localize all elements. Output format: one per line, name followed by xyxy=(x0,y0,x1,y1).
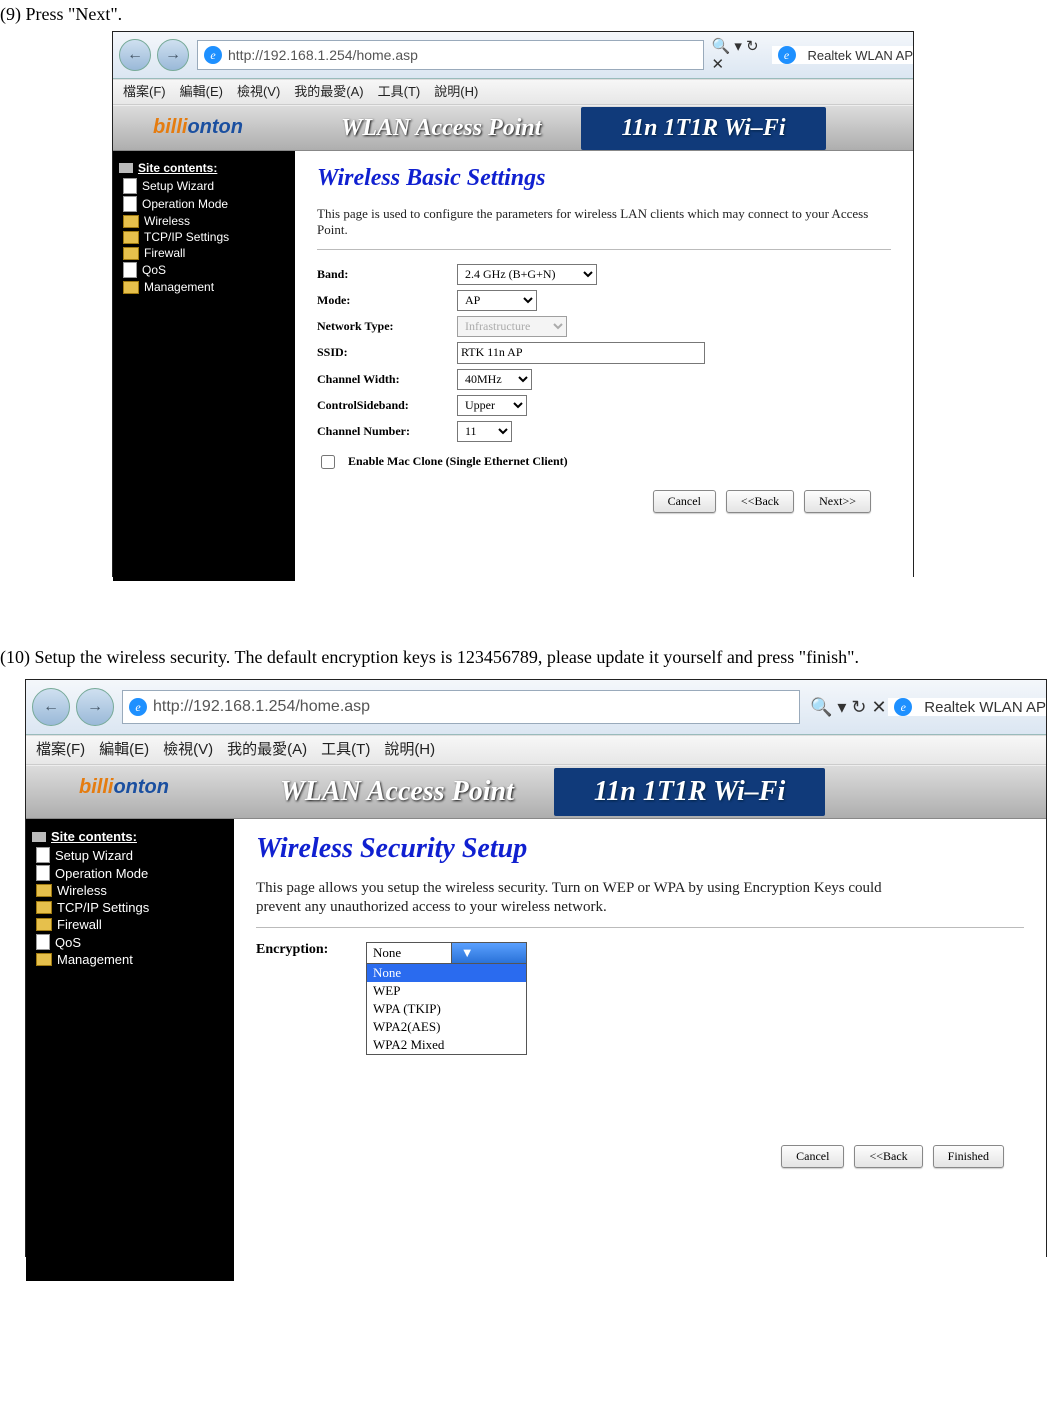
sidebar-item-qos[interactable]: QoS xyxy=(32,933,228,951)
sidebar: Site contents: Setup Wizard Operation Mo… xyxy=(113,151,295,581)
sidebar-item-tcpip[interactable]: TCP/IP Settings xyxy=(119,229,289,245)
sidebar-title: Site contents: xyxy=(32,829,228,844)
screenshot-1: ← → ehttp://192.168.1.254/home.asp 🔍 ▾ ↻… xyxy=(112,31,914,577)
sidebar-tree: Setup Wizard Operation Mode Wireless TCP… xyxy=(32,846,228,968)
mode-label: Mode: xyxy=(317,293,457,308)
url-input[interactable]: ehttp://192.168.1.254/home.asp xyxy=(122,690,800,724)
channel-width-label: Channel Width: xyxy=(317,372,457,387)
ie-icon: e xyxy=(204,46,222,64)
sidebar: Site contents: Setup Wizard Operation Mo… xyxy=(26,819,234,1281)
sidebar-item-management[interactable]: Management xyxy=(32,951,228,968)
url-input[interactable]: ehttp://192.168.1.254/home.asp xyxy=(197,40,704,70)
network-type-select: Infrastructure xyxy=(457,316,567,337)
browser-address-bar: ← → ehttp://192.168.1.254/home.asp 🔍 ▾ ↻… xyxy=(113,32,913,79)
back-button[interactable]: <<Back xyxy=(726,490,794,513)
brand-logo: billionton xyxy=(153,116,243,139)
channel-number-label: Channel Number: xyxy=(317,424,457,439)
control-sideband-label: ControlSideband: xyxy=(317,398,457,413)
page-banner: billionton WLAN Access Point 11n 1T1R Wi… xyxy=(113,105,913,151)
main-panel: Wireless Basic Settings This page is use… xyxy=(295,151,913,581)
main-panel: Wireless Security Setup This page allows… xyxy=(234,819,1046,1281)
page-title: Wireless Basic Settings xyxy=(317,165,891,192)
ie-icon: e xyxy=(129,698,147,716)
sidebar-item-firewall[interactable]: Firewall xyxy=(32,916,228,933)
cancel-button[interactable]: Cancel xyxy=(781,1145,844,1168)
page-banner: billionton WLAN Access Point 11n 1T1R Wi… xyxy=(26,765,1046,819)
browser-menu-bar[interactable]: 檔案(F)編輯(E)檢視(V)我的最愛(A)工具(T)說明(H) xyxy=(26,735,1046,765)
ie-icon: e xyxy=(778,46,796,64)
encryption-options-list[interactable]: None WEP WPA (TKIP) WPA2(AES) WPA2 Mixed xyxy=(367,964,526,1054)
encryption-option[interactable]: None xyxy=(367,964,526,982)
sidebar-item-qos[interactable]: QoS xyxy=(119,261,289,279)
sidebar-item-setup-wizard[interactable]: Setup Wizard xyxy=(119,177,289,195)
next-button[interactable]: Next>> xyxy=(804,490,871,513)
encryption-label: Encryption: xyxy=(256,942,366,958)
cancel-button[interactable]: Cancel xyxy=(653,490,716,513)
page-description: This page allows you setup the wireless … xyxy=(256,879,896,917)
encryption-option[interactable]: WEP xyxy=(367,982,526,1000)
sidebar-tree: Setup Wizard Operation Mode Wireless TCP… xyxy=(119,177,289,295)
sidebar-item-management[interactable]: Management xyxy=(119,279,289,295)
encryption-option[interactable]: WPA2 Mixed xyxy=(367,1036,526,1054)
browser-toolbar-icons[interactable]: 🔍 ▾ ↻ ✕ xyxy=(712,37,772,73)
back-nav-icon[interactable]: ← xyxy=(119,39,151,71)
step-10-text: (10) Setup the wireless security. The de… xyxy=(0,637,1063,675)
page-description: This page is used to configure the param… xyxy=(317,206,877,239)
sidebar-item-wireless[interactable]: Wireless xyxy=(32,882,228,899)
sidebar-item-wireless[interactable]: Wireless xyxy=(119,213,289,229)
mode-select[interactable]: AP xyxy=(457,290,537,311)
sidebar-item-operation-mode[interactable]: Operation Mode xyxy=(32,864,228,882)
band-select[interactable]: 2.4 GHz (B+G+N) xyxy=(457,264,597,285)
sidebar-item-firewall[interactable]: Firewall xyxy=(119,245,289,261)
tab-title[interactable]: eRealtek WLAN AP xyxy=(772,46,914,64)
forward-nav-icon[interactable]: → xyxy=(157,39,189,71)
encryption-select[interactable]: None▼ None WEP WPA (TKIP) WPA2(AES) WPA2… xyxy=(366,942,527,1055)
browser-toolbar-icons[interactable]: 🔍 ▾ ↻ ✕ xyxy=(808,697,888,718)
ssid-label: SSID: xyxy=(317,345,457,360)
mac-clone-label: Enable Mac Clone (Single Ethernet Client… xyxy=(348,454,568,469)
browser-address-bar: ← → ehttp://192.168.1.254/home.asp 🔍 ▾ ↻… xyxy=(26,680,1046,735)
tab-title[interactable]: eRealtek WLAN AP xyxy=(888,698,1046,716)
chevron-down-icon[interactable]: ▼ xyxy=(451,943,526,963)
band-label: Band: xyxy=(317,267,457,282)
sidebar-title: Site contents: xyxy=(119,161,289,175)
finished-button[interactable]: Finished xyxy=(933,1145,1004,1168)
ie-icon: e xyxy=(894,698,912,716)
encryption-option[interactable]: WPA (TKIP) xyxy=(367,1000,526,1018)
browser-menu-bar[interactable]: 檔案(F)編輯(E)檢視(V)我的最愛(A)工具(T)說明(H) xyxy=(113,79,913,105)
step-9-text: (9) Press "Next". xyxy=(0,0,1063,27)
brand-logo: billionton xyxy=(79,776,169,799)
sidebar-item-setup-wizard[interactable]: Setup Wizard xyxy=(32,846,228,864)
sidebar-item-tcpip[interactable]: TCP/IP Settings xyxy=(32,899,228,916)
encryption-option[interactable]: WPA2(AES) xyxy=(367,1018,526,1036)
page-title: Wireless Security Setup xyxy=(256,833,1024,865)
control-sideband-select[interactable]: Upper xyxy=(457,395,527,416)
network-type-label: Network Type: xyxy=(317,319,457,334)
back-nav-icon[interactable]: ← xyxy=(32,688,70,726)
channel-width-select[interactable]: 40MHz xyxy=(457,369,532,390)
sidebar-item-operation-mode[interactable]: Operation Mode xyxy=(119,195,289,213)
ssid-input[interactable] xyxy=(457,342,705,364)
mac-clone-checkbox[interactable] xyxy=(321,455,335,469)
forward-nav-icon[interactable]: → xyxy=(76,688,114,726)
channel-number-select[interactable]: 11 xyxy=(457,421,512,442)
back-button[interactable]: <<Back xyxy=(854,1145,922,1168)
screenshot-2: ← → ehttp://192.168.1.254/home.asp 🔍 ▾ ↻… xyxy=(25,679,1047,1257)
